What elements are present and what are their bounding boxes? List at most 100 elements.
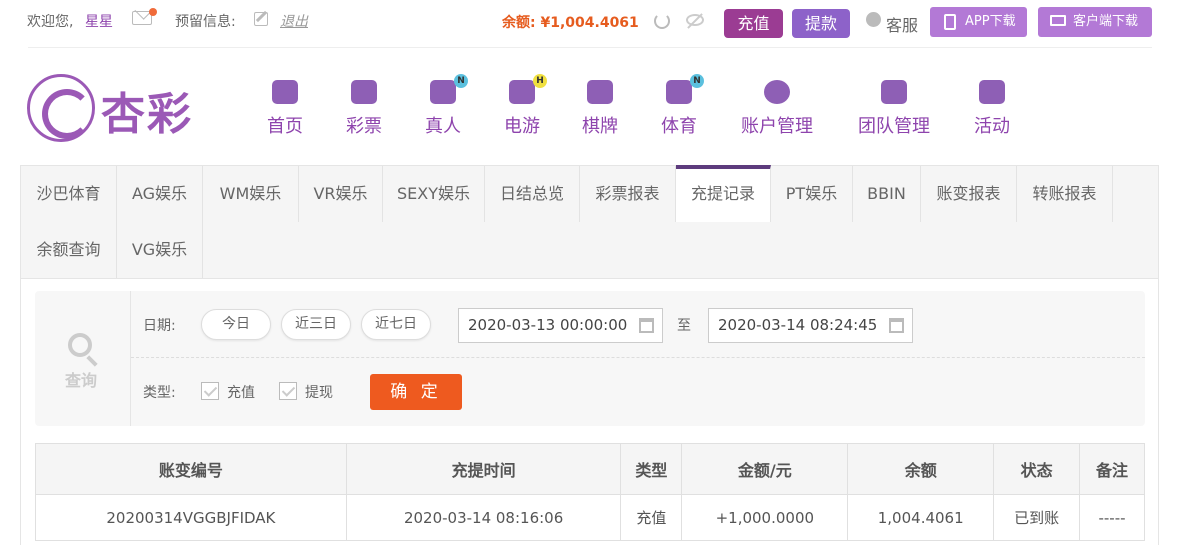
- column-header: 备注: [1079, 443, 1145, 495]
- home-icon: [272, 80, 298, 104]
- tab-daily-summary[interactable]: 日结总览: [485, 166, 580, 222]
- today-button[interactable]: 今日: [201, 309, 271, 340]
- app-download-button[interactable]: APP下载: [930, 7, 1027, 37]
- nav-label: 账户管理: [741, 116, 813, 137]
- balance-label: 余额:: [502, 15, 541, 31]
- reserved-info-label: 预留信息:: [175, 14, 236, 30]
- nav-label: 电游: [504, 116, 540, 137]
- gamepad-icon: H: [509, 74, 547, 104]
- column-header: 类型: [620, 443, 683, 495]
- column-header: 金额/元: [681, 443, 849, 495]
- tab-transfer-report[interactable]: 转账报表: [1017, 166, 1113, 222]
- nav-label: 彩票: [346, 116, 382, 137]
- nav-label: 首页: [267, 116, 303, 137]
- seven-days-button[interactable]: 近七日: [361, 309, 431, 340]
- start-date-value: 2020-03-13 00:00:00: [468, 316, 628, 334]
- ticket-icon: [351, 80, 377, 104]
- column-header: 状态: [993, 443, 1081, 495]
- end-date-value: 2020-03-14 08:24:45: [718, 316, 878, 334]
- tab-wm[interactable]: WM娱乐: [203, 166, 299, 222]
- end-date-input[interactable]: 2020-03-14 08:24:45: [708, 308, 913, 343]
- team-icon: [881, 80, 907, 104]
- column-header: 充提时间: [345, 443, 622, 495]
- refresh-icon[interactable]: [654, 13, 670, 29]
- tab-ag[interactable]: AG娱乐: [117, 166, 203, 222]
- column-header: 余额: [847, 443, 995, 495]
- nav-label: 真人: [425, 116, 461, 137]
- withdraw-checkbox-label[interactable]: 提现: [305, 382, 333, 402]
- tab-saba-sports[interactable]: 沙巴体育: [21, 166, 117, 222]
- notification-dot: [149, 8, 157, 16]
- tab-vg[interactable]: VG娱乐: [117, 222, 203, 278]
- tab-bbin[interactable]: BBIN: [853, 166, 921, 222]
- nav-promotions[interactable]: 活动: [972, 80, 1012, 138]
- start-date-input[interactable]: 2020-03-13 00:00:00: [458, 308, 663, 343]
- withdraw-checkbox[interactable]: [279, 382, 297, 400]
- nav-label: 活动: [974, 116, 1010, 137]
- nav-home[interactable]: 首页: [265, 80, 305, 138]
- client-download-label: 客户端下载: [1073, 14, 1139, 29]
- customer-service-icon[interactable]: [866, 12, 881, 27]
- records-table: 账变编号 充提时间 类型 金额/元 余额 状态 备注 20200314VGGBJ…: [35, 443, 1145, 541]
- tab-pt[interactable]: PT娱乐: [771, 166, 853, 222]
- top-bar: 欢迎您, 星星 预留信息: 退出 余额: ¥1,004.4061 充值 提款 客…: [0, 0, 1200, 48]
- customer-service-link[interactable]: 客服: [886, 12, 918, 36]
- recharge-checkbox[interactable]: [201, 382, 219, 400]
- confirm-button[interactable]: 确 定: [370, 374, 462, 410]
- transaction-time: 2020-03-14 08:16:06: [345, 494, 622, 541]
- yen-coin-icon: [764, 80, 790, 104]
- logout-link[interactable]: 退出: [280, 11, 308, 31]
- recharge-checkbox-label[interactable]: 充值: [227, 382, 255, 402]
- tab-deposit-withdraw-records[interactable]: 充提记录: [676, 165, 771, 222]
- search-icon: [68, 333, 92, 357]
- recharge-button[interactable]: 充值: [724, 9, 783, 38]
- tab-sexy[interactable]: SEXY娱乐: [383, 166, 485, 222]
- username[interactable]: 星星: [85, 11, 113, 31]
- tab-vr[interactable]: VR娱乐: [299, 166, 383, 222]
- cards-icon: [587, 80, 613, 104]
- transaction-id: 20200314VGGBJFIDAK: [35, 494, 347, 541]
- site-logo[interactable]: 杏彩: [27, 74, 197, 144]
- table-row: 20200314VGGBJFIDAK 2020-03-14 08:16:06 充…: [35, 494, 1145, 541]
- edit-icon[interactable]: [254, 12, 268, 26]
- nav-live-casino[interactable]: N 真人: [423, 74, 468, 138]
- hide-balance-icon[interactable]: [686, 14, 704, 26]
- tab-account-change-report[interactable]: 账变报表: [921, 166, 1017, 222]
- tab-balance-query[interactable]: 余额查询: [21, 222, 117, 278]
- gift-icon: [979, 80, 1005, 104]
- nav-team-management[interactable]: 团队管理: [855, 80, 933, 138]
- transaction-balance: 1,004.4061: [847, 494, 995, 541]
- balance-display: 余额: ¥1,004.4061: [502, 12, 639, 32]
- status-badge: 已到账: [993, 494, 1081, 541]
- withdraw-button[interactable]: 提款: [792, 9, 850, 38]
- column-header: 账变编号: [35, 443, 347, 495]
- three-days-button[interactable]: 近三日: [281, 309, 351, 340]
- trophy-icon: N: [666, 74, 704, 104]
- nav-sports[interactable]: N 体育: [659, 74, 704, 138]
- to-label: 至: [677, 318, 691, 334]
- nav-card-games[interactable]: 棋牌: [580, 80, 620, 138]
- nav-label: 棋牌: [582, 116, 618, 137]
- divider: [131, 357, 1145, 358]
- nav-label: 团队管理: [858, 116, 930, 137]
- transaction-amount: +1,000.0000: [681, 494, 849, 541]
- logo-emblem-icon: [27, 74, 95, 142]
- balance-value: ¥1,004.4061: [540, 15, 639, 31]
- query-panel: 查询: [35, 291, 131, 426]
- transaction-note: -----: [1079, 494, 1145, 541]
- query-label: 查询: [65, 371, 98, 390]
- nav-account-management[interactable]: 账户管理: [738, 80, 816, 138]
- nav-lottery[interactable]: 彩票: [344, 80, 384, 138]
- monitor-icon: [1050, 15, 1066, 26]
- table-header-row: 账变编号 充提时间 类型 金额/元 余额 状态 备注: [35, 443, 1145, 495]
- calendar-icon[interactable]: [639, 318, 654, 333]
- phone-icon: [944, 14, 956, 30]
- calendar-icon[interactable]: [889, 318, 904, 333]
- report-tabs: 沙巴体育 AG娱乐 WM娱乐 VR娱乐 SEXY娱乐 日结总览 彩票报表 充提记…: [20, 165, 1159, 279]
- tab-lottery-report[interactable]: 彩票报表: [580, 166, 676, 222]
- new-badge: N: [454, 74, 468, 88]
- client-download-button[interactable]: 客户端下载: [1038, 7, 1152, 37]
- nav-slots[interactable]: H 电游: [502, 74, 547, 138]
- transaction-type: 充值: [620, 494, 683, 541]
- app-download-label: APP下载: [965, 14, 1016, 29]
